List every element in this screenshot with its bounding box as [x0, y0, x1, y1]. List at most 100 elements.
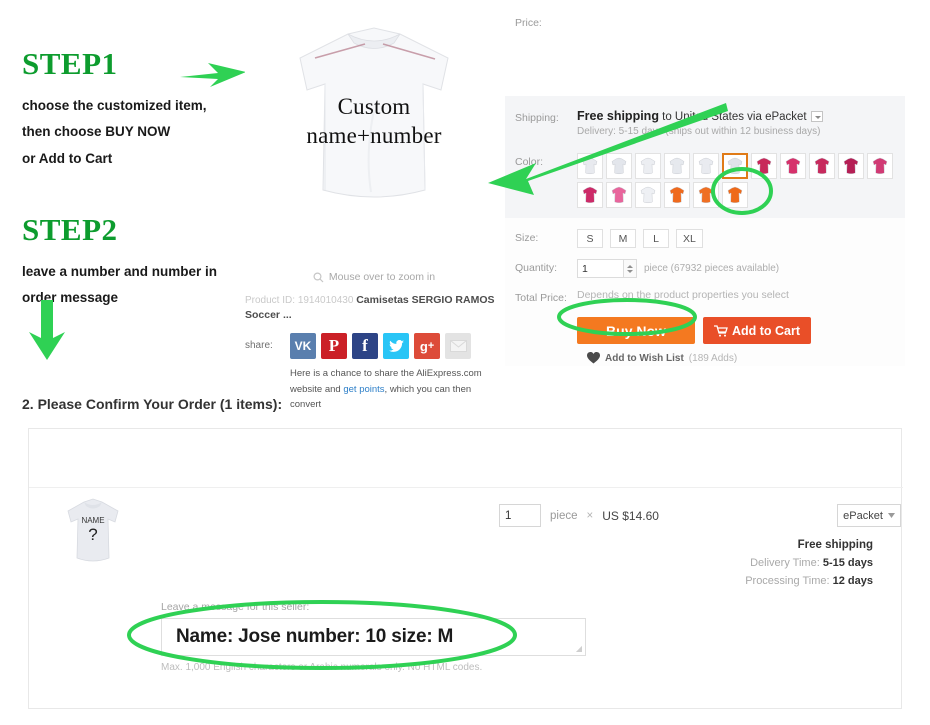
color-row: Color:: [505, 153, 905, 208]
color-swatch-crimson-1[interactable]: [751, 153, 777, 179]
shipping-method-value: ePacket: [843, 509, 883, 522]
shipping-row: Shipping: Free shipping to United States…: [505, 109, 905, 137]
total-price-label: Total Price:: [515, 292, 567, 304]
multiply-symbol: ×: [586, 509, 594, 522]
share-icon-list: VK P f g +: [290, 333, 471, 359]
price-row: Price:: [505, 0, 905, 29]
shipping-method-select[interactable]: ePacket: [837, 504, 901, 527]
steps-column: STEP1 choose the customized item, then c…: [22, 48, 247, 312]
jersey-swatch-icon: [698, 186, 714, 204]
color-swatch-pink-2[interactable]: [606, 182, 632, 208]
seller-message-value: Name: Jose number: 10 size: M: [176, 626, 454, 647]
seller-message-input[interactable]: Name: Jose number: 10 size: M ◢: [161, 618, 586, 656]
order-processing-time: Processing Time: 12 days: [745, 575, 873, 587]
quantity-label: Quantity:: [515, 262, 558, 274]
email-icon[interactable]: [445, 333, 471, 359]
size-label: Size:: [515, 232, 539, 244]
product-image[interactable]: Custom name+number: [245, 14, 503, 264]
share-row: share: VK P f g +: [245, 333, 503, 359]
size-option-l[interactable]: L: [643, 229, 669, 248]
order-card-divider: [29, 487, 903, 488]
custom-overlay-line-1: Custom: [337, 94, 411, 119]
order-quantity-input[interactable]: [499, 504, 541, 527]
color-swatch-white-2[interactable]: [606, 153, 632, 179]
share-desc-line-1: Here is a chance to share the AliExpress…: [290, 368, 482, 379]
pinterest-icon[interactable]: P: [321, 333, 347, 359]
color-swatch-magenta-1[interactable]: [838, 153, 864, 179]
jersey-swatch-icon: [843, 157, 859, 175]
confirm-order-title: 2. Please Confirm Your Order (1 items):: [22, 396, 283, 412]
cta-row: Buy Now Add to Cart: [505, 304, 905, 344]
order-shipping-info: Free shipping Delivery Time: 5-15 days P…: [745, 539, 873, 587]
color-swatch-white-1[interactable]: [577, 153, 603, 179]
color-swatch-pink-1[interactable]: [867, 153, 893, 179]
wish-list-row[interactable]: Add to Wish List (189 Adds): [505, 344, 905, 364]
shipping-value: Free shipping to United States via ePack…: [577, 109, 905, 137]
zoom-hint: Mouse over to zoom in: [245, 268, 503, 286]
jersey-swatch-icon: [814, 157, 830, 175]
quantity-availability: piece (67932 pieces available): [644, 263, 780, 274]
custom-text-overlay: Custom name+number: [245, 92, 503, 151]
step2-heading: STEP2: [22, 211, 118, 247]
step1-heading: STEP1: [22, 46, 118, 81]
resize-grip-icon[interactable]: ◢: [576, 644, 582, 653]
size-option-xl[interactable]: XL: [676, 229, 703, 248]
jersey-swatch-icon: [582, 186, 598, 204]
jersey-swatch-icon: [785, 157, 801, 175]
shipping-main: Free shipping to United States via ePack…: [577, 109, 905, 123]
jersey-swatch-icon: [727, 186, 743, 204]
add-to-cart-button[interactable]: Add to Cart: [703, 317, 811, 344]
product-detail-panel: Price: Shipping: Free shipping to United…: [505, 0, 905, 366]
color-swatch-magenta-2[interactable]: [577, 182, 603, 208]
order-quantity-unit: piece: [550, 509, 578, 522]
size-option-s[interactable]: S: [577, 229, 603, 248]
vk-icon[interactable]: VK: [290, 333, 316, 359]
quantity-input[interactable]: [577, 259, 624, 278]
shipping-rest-text: to United States via ePacket: [658, 111, 807, 123]
buy-now-button[interactable]: Buy Now: [577, 317, 695, 344]
google-plus-icon[interactable]: g +: [414, 333, 440, 359]
shipping-label: Shipping:: [515, 112, 559, 124]
heart-icon: [587, 352, 600, 364]
color-swatch-white-6[interactable]: [722, 153, 748, 179]
color-swatch-crimson-2[interactable]: [780, 153, 806, 179]
delivery-time-value: 5-15 days: [822, 557, 873, 569]
size-band: Size: S M L XL: [505, 218, 905, 248]
color-swatch-white-3[interactable]: [635, 153, 661, 179]
zoom-hint-label: Mouse over to zoom in: [328, 271, 436, 283]
product-id-value: 1914010430: [297, 295, 354, 306]
color-swatch-white-4[interactable]: [664, 153, 690, 179]
seller-message-hint: Max. 1,000 English characters or Arabic …: [161, 662, 483, 673]
total-price-row: Total Price: Depends on the product prop…: [505, 289, 905, 304]
stepper-up-icon: [627, 264, 633, 268]
wish-list-label: Add to Wish List: [605, 352, 684, 364]
chevron-down-icon: [887, 513, 895, 518]
color-swatch-orange-2[interactable]: [693, 182, 719, 208]
color-swatch-orange-3[interactable]: [722, 182, 748, 208]
order-item-thumbnail[interactable]: NAME ?: [57, 496, 129, 574]
color-swatch-white-5[interactable]: [693, 153, 719, 179]
add-to-cart-label: Add to Cart: [731, 323, 801, 338]
color-swatch-crimson-3[interactable]: [809, 153, 835, 179]
step1-line-2: then choose BUY NOW: [22, 124, 171, 140]
thumbnail-number-text: ?: [88, 525, 97, 544]
get-points-link[interactable]: get points: [343, 384, 384, 395]
processing-time-label: Processing Time:: [745, 575, 830, 587]
step2-line-2: order message: [22, 290, 119, 306]
order-quantity-price: piece × US $14.60: [499, 504, 659, 527]
size-option-m[interactable]: M: [610, 229, 636, 248]
step1-body: choose the customized item, then choose …: [22, 93, 247, 172]
price-label: Price:: [515, 17, 542, 29]
product-media-panel: Custom name+number Mouse over to zoom in…: [245, 14, 503, 410]
facebook-icon[interactable]: f: [352, 333, 378, 359]
quantity-stepper[interactable]: [624, 259, 637, 278]
color-swatch-orange-1[interactable]: [664, 182, 690, 208]
shipping-select-caret[interactable]: [810, 111, 823, 123]
jersey-swatch-icon: [582, 157, 598, 175]
seller-message-label: Leave a message for this seller:: [161, 601, 310, 613]
step1-line-1: choose the customized item,: [22, 98, 207, 113]
shipping-band: Shipping: Free shipping to United States…: [505, 96, 905, 149]
size-row: Size: S M L XL: [505, 229, 905, 248]
color-swatch-white-7[interactable]: [635, 182, 661, 208]
twitter-icon[interactable]: [383, 333, 409, 359]
